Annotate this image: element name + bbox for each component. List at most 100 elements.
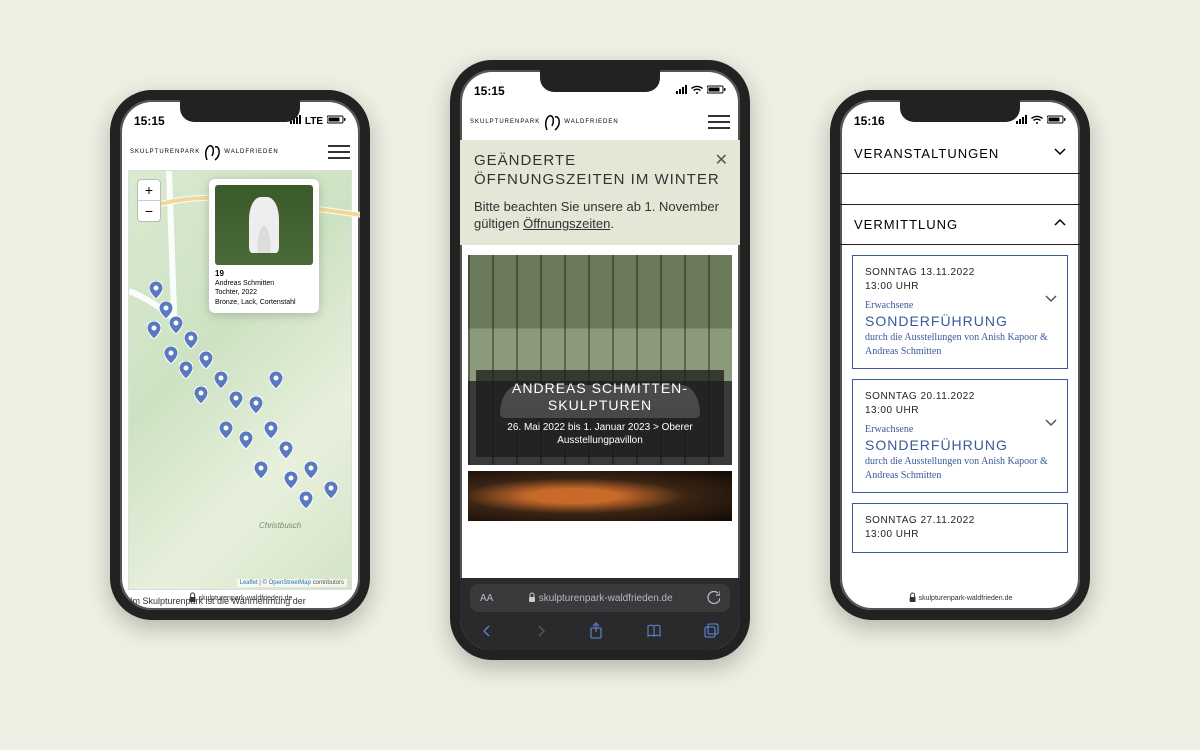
lock-icon bbox=[188, 592, 196, 604]
hero-card[interactable]: ANDREAS SCHMITTEN-SKULPTUREN 26. Mai 202… bbox=[468, 255, 732, 465]
address-host: skulpturenpark-waldfrieden.de bbox=[199, 595, 293, 602]
event-subtitle: durch die Ausstellungen von Anish Kapoor… bbox=[865, 455, 1055, 482]
battery-icon bbox=[1047, 115, 1066, 127]
chevron-down-icon bbox=[1045, 416, 1057, 434]
address-bar[interactable]: skulpturenpark-waldfrieden.de bbox=[188, 592, 293, 604]
popup-thumbnail bbox=[215, 185, 313, 265]
popup-number: 19 bbox=[215, 269, 224, 278]
map-marker[interactable] bbox=[229, 391, 243, 409]
hero-card-2[interactable] bbox=[468, 471, 732, 521]
close-icon[interactable]: ✕ bbox=[715, 150, 728, 170]
map-marker[interactable] bbox=[279, 441, 293, 459]
map-marker[interactable] bbox=[149, 281, 163, 299]
map-place-label: Christbusch bbox=[259, 521, 301, 530]
clock: 15:15 bbox=[474, 84, 505, 98]
osm-link[interactable]: OpenStreetMap bbox=[269, 580, 311, 586]
accordion-events[interactable]: VERANSTALTUNGEN bbox=[840, 134, 1080, 174]
map-marker[interactable] bbox=[194, 386, 208, 404]
tabs-icon[interactable] bbox=[704, 623, 719, 643]
accordion-label: VERANSTALTUNGEN bbox=[854, 146, 999, 161]
zoom-in-button[interactable]: + bbox=[138, 180, 160, 201]
lock-icon bbox=[527, 592, 535, 605]
signal-icon bbox=[1016, 115, 1027, 127]
text-size-button[interactable]: AA bbox=[480, 593, 493, 604]
chevron-down-icon bbox=[1045, 292, 1057, 310]
wifi-icon bbox=[691, 85, 703, 97]
event-time: 13:00 UHR bbox=[865, 528, 1055, 542]
map-marker[interactable] bbox=[169, 316, 183, 334]
hero-subtitle: 26. Mai 2022 bis 1. Januar 2023 > Oberer… bbox=[482, 421, 718, 447]
event-time: 13:00 UHR bbox=[865, 280, 1055, 294]
event-card[interactable]: SONNTAG 20.11.2022 13:00 UHR Erwachsene … bbox=[852, 379, 1068, 493]
accordion-label: VERMITTLUNG bbox=[854, 217, 958, 232]
bookmarks-icon[interactable] bbox=[646, 623, 662, 644]
map-attribution: Leaflet | © OpenStreetMap contributors bbox=[237, 579, 347, 587]
hero-title: ANDREAS SCHMITTEN-SKULPTUREN bbox=[482, 380, 718, 415]
site-header: SKULPTURENPARK WALDFRIEDEN bbox=[120, 134, 360, 170]
clock: 15:16 bbox=[854, 114, 885, 128]
wifi-icon bbox=[1031, 115, 1043, 127]
map-marker[interactable] bbox=[249, 396, 263, 414]
site-logo[interactable]: SKULPTURENPARK WALDFRIEDEN bbox=[470, 112, 619, 132]
leaflet-link[interactable]: Leaflet bbox=[240, 580, 258, 586]
clock: 15:15 bbox=[134, 114, 165, 128]
reload-icon[interactable] bbox=[706, 590, 720, 607]
hours-link[interactable]: Öffnungszeiten bbox=[523, 216, 610, 231]
site-header: SKULPTURENPARK WALDFRIEDEN bbox=[460, 104, 740, 140]
map-marker[interactable] bbox=[304, 461, 318, 479]
map-marker[interactable] bbox=[284, 471, 298, 489]
forward-button[interactable] bbox=[535, 624, 547, 642]
event-card[interactable]: SONNTAG 27.11.2022 13:00 UHR bbox=[852, 503, 1068, 553]
notice-banner: ✕ GEÄNDERTE ÖFFNUNGSZEITEN IM WINTER Bit… bbox=[460, 140, 740, 245]
map-marker[interactable] bbox=[264, 421, 278, 439]
map-marker[interactable] bbox=[147, 321, 161, 339]
map-marker[interactable] bbox=[254, 461, 268, 479]
hero-overlay: ANDREAS SCHMITTEN-SKULPTUREN 26. Mai 202… bbox=[476, 370, 724, 457]
event-date: SONNTAG 13.11.2022 bbox=[865, 266, 1055, 280]
popup-material: Bronze, Lack, Cortenstahl bbox=[215, 299, 296, 306]
event-title: SONDERFÜHRUNG bbox=[865, 313, 1055, 329]
menu-button[interactable] bbox=[708, 115, 730, 129]
zoom-out-button[interactable]: − bbox=[138, 201, 160, 221]
map-marker[interactable] bbox=[219, 421, 233, 439]
map-marker[interactable] bbox=[214, 371, 228, 389]
signal-icon bbox=[676, 85, 687, 97]
address-bar[interactable]: skulpturenpark-waldfrieden.de bbox=[908, 592, 1013, 604]
back-button[interactable] bbox=[481, 624, 493, 642]
map-marker[interactable] bbox=[324, 481, 338, 499]
map-popup: 19 Andreas Schmitten Tochter, 2022 Bronz… bbox=[209, 179, 319, 313]
battery-icon bbox=[707, 85, 726, 97]
site-logo[interactable]: SKULPTURENPARK WALDFRIEDEN bbox=[130, 142, 279, 162]
event-date: SONNTAG 20.11.2022 bbox=[865, 390, 1055, 404]
event-audience: Erwachsene bbox=[865, 424, 1055, 435]
event-date: SONNTAG 27.11.2022 bbox=[865, 514, 1055, 528]
zoom-control: + − bbox=[137, 179, 161, 222]
chevron-up-icon bbox=[1054, 217, 1066, 232]
event-card[interactable]: SONNTAG 13.11.2022 13:00 UHR Erwachsene … bbox=[852, 255, 1068, 369]
event-title: SONDERFÜHRUNG bbox=[865, 437, 1055, 453]
map-marker[interactable] bbox=[269, 371, 283, 389]
event-subtitle: durch die Ausstellungen von Anish Kapoor… bbox=[865, 331, 1055, 358]
logo-mark-icon bbox=[202, 142, 222, 162]
safari-toolbar bbox=[460, 618, 740, 648]
map[interactable]: + − bbox=[128, 170, 352, 590]
map-marker[interactable] bbox=[299, 491, 313, 509]
notice-body: Bitte beachten Sie unsere ab 1. November… bbox=[474, 198, 726, 233]
popup-artist: Andreas Schmitten bbox=[215, 280, 274, 287]
event-time: 13:00 UHR bbox=[865, 404, 1055, 418]
event-audience: Erwachsene bbox=[865, 300, 1055, 311]
address-bar[interactable]: AA skulpturenpark-waldfrieden.de bbox=[470, 584, 730, 612]
share-icon[interactable] bbox=[588, 622, 604, 644]
map-marker[interactable] bbox=[239, 431, 253, 449]
safari-chrome: AA skulpturenpark-waldfrieden.de bbox=[460, 578, 740, 650]
map-marker[interactable] bbox=[199, 351, 213, 369]
map-marker[interactable] bbox=[164, 346, 178, 364]
battery-icon bbox=[327, 115, 346, 127]
menu-button[interactable] bbox=[328, 145, 350, 159]
popup-title: Tochter, 2022 bbox=[215, 289, 257, 296]
accordion-education[interactable]: VERMITTLUNG bbox=[840, 204, 1080, 245]
network-label: LTE bbox=[305, 116, 323, 127]
map-marker[interactable] bbox=[179, 361, 193, 379]
map-marker[interactable] bbox=[184, 331, 198, 349]
lock-icon bbox=[908, 592, 916, 604]
